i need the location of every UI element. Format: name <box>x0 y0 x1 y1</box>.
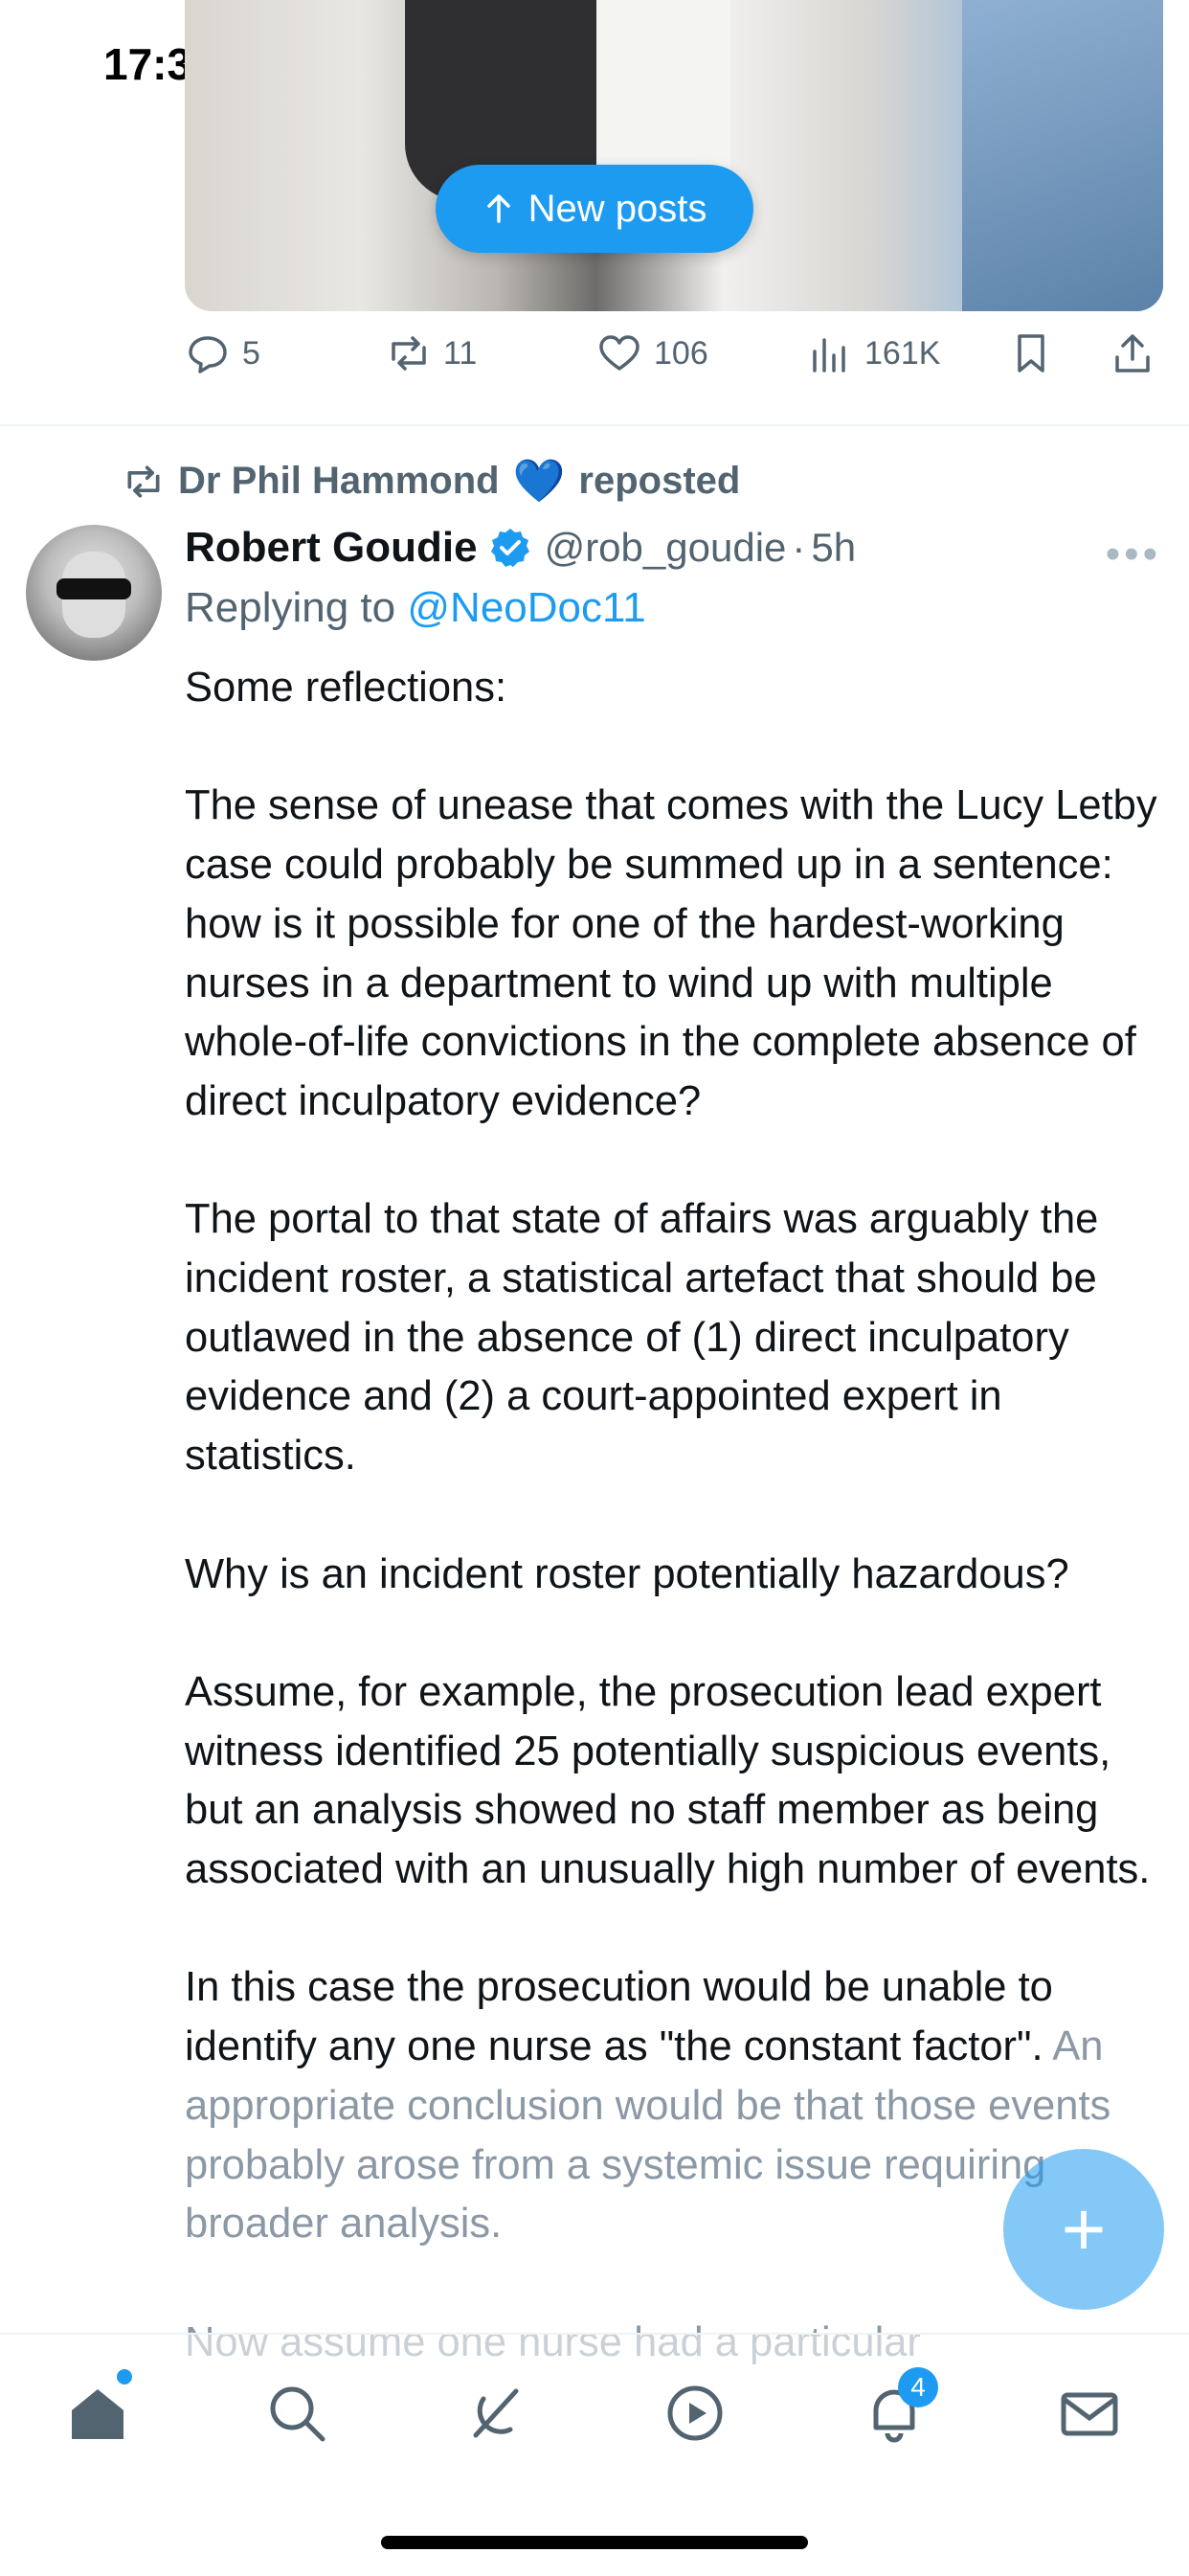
tweet-paragraph: Why is an incident roster potentially ha… <box>185 1550 1069 1597</box>
repost-context[interactable]: Dr Phil Hammond 💙 reposted <box>123 460 740 503</box>
tab-home[interactable] <box>57 2369 138 2453</box>
tweet-header: Robert Goudie @rob_goudie · 5h ••• <box>185 521 1161 578</box>
heart-icon <box>599 335 639 371</box>
time-separator: · <box>792 525 806 570</box>
tab-messages[interactable] <box>1049 2373 1130 2453</box>
like-button[interactable]: 106 <box>596 330 708 376</box>
post-time[interactable]: 5h <box>811 525 856 571</box>
views-icon <box>813 338 845 373</box>
repost-icon <box>127 465 160 497</box>
repost-button[interactable]: 11 <box>386 330 477 376</box>
bookmark-icon <box>1018 334 1044 373</box>
post-divider <box>0 424 1189 426</box>
repost-icon <box>392 336 426 371</box>
tab-search[interactable] <box>257 2373 337 2453</box>
share-button[interactable] <box>1110 330 1155 376</box>
views-button[interactable]: 161K <box>807 330 940 376</box>
like-count: 106 <box>654 334 708 372</box>
mail-icon <box>1061 2392 1118 2436</box>
author-handle[interactable]: @rob_goudie <box>545 525 787 571</box>
home-indicator <box>381 2536 808 2549</box>
share-icon <box>1115 334 1150 373</box>
verified-badge-icon <box>490 529 529 567</box>
bookmark-button[interactable] <box>1008 330 1054 376</box>
home-icon <box>72 2389 123 2439</box>
avatar[interactable] <box>26 525 162 661</box>
tweet-paragraph: Assume, for example, the prosecution lea… <box>185 1668 1111 1834</box>
blue-heart-emoji: 💙 <box>512 457 566 505</box>
tweet-paragraph: The sense of unease that comes with the … <box>185 782 1157 1124</box>
home-unread-dot <box>117 2369 132 2384</box>
grok-icon <box>473 2388 519 2438</box>
tweet-paragraph: associated with an unusually high number… <box>185 1846 1151 1892</box>
tweet-paragraph: Some reflections: <box>185 665 507 711</box>
replying-prefix: Replying to <box>185 584 396 631</box>
compose-button[interactable]: + <box>1003 2149 1164 2310</box>
tab-notifications[interactable]: 4 <box>854 2367 938 2453</box>
play-circle-icon <box>667 2385 723 2441</box>
arrow-up-icon <box>486 194 510 223</box>
views-count: 161K <box>864 334 941 372</box>
post-image[interactable] <box>185 0 1163 311</box>
tweet-paragraph: The portal to that state of affairs was … <box>185 1196 1099 1480</box>
plus-icon: + <box>1061 2186 1107 2271</box>
more-options-icon[interactable]: ••• <box>1106 531 1161 578</box>
new-posts-label: New posts <box>527 187 707 230</box>
reply-button[interactable]: 5 <box>185 330 260 376</box>
post-actions: 5 11 106 161K <box>185 330 1161 392</box>
search-icon <box>270 2386 325 2442</box>
new-posts-button[interactable]: New posts <box>436 165 753 253</box>
tweet-paragraph-text: In this case the prosecution would be un… <box>185 1964 1053 2070</box>
replying-mention[interactable]: @NeoDoc11 <box>407 584 645 631</box>
reply-icon <box>189 336 227 373</box>
reply-count: 5 <box>242 334 260 372</box>
author-name[interactable]: Robert Goudie <box>185 524 478 572</box>
notifications-badge: 4 <box>898 2367 938 2407</box>
tweet-body: Some reflections: The sense of unease th… <box>185 659 1171 2431</box>
reposted-label: reposted <box>578 460 741 502</box>
reposter-name: Dr Phil Hammond <box>178 460 500 502</box>
tab-communities[interactable] <box>655 2373 735 2453</box>
tab-grok[interactable] <box>456 2373 536 2453</box>
repost-count: 11 <box>443 334 478 372</box>
replying-to: Replying to @NeoDoc11 <box>185 584 646 632</box>
